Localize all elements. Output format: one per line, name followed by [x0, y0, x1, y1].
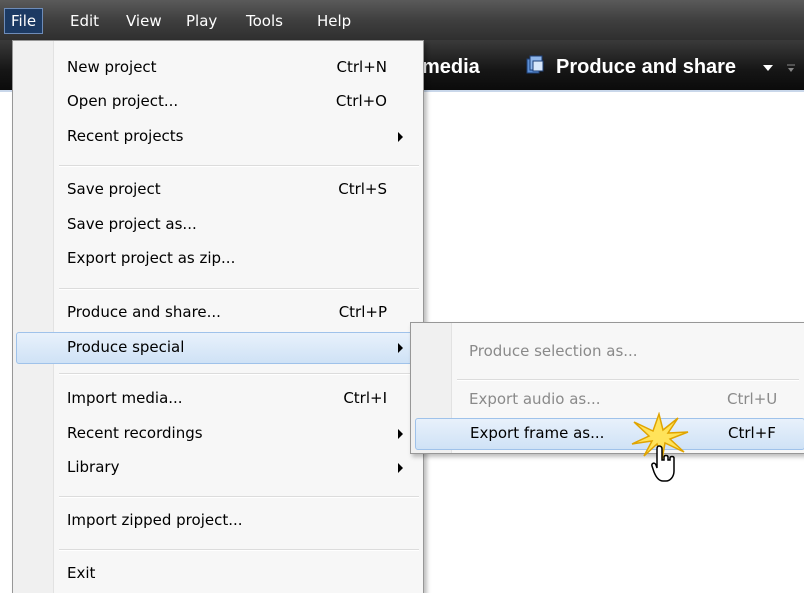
menubar-file[interactable]: File — [4, 8, 44, 34]
menu-item-shortcut: Ctrl+I — [343, 389, 387, 407]
menu-item-label: Produce and share... — [67, 303, 221, 321]
menu-item-produce-special[interactable]: Produce special — [16, 332, 418, 364]
menu-item-import-zipped-project[interactable]: Import zipped project... — [17, 506, 417, 536]
submenu-item-produce-selection: Produce selection as... — [415, 337, 803, 367]
menu-item-shortcut: Ctrl+N — [336, 58, 387, 76]
file-menu: New project Ctrl+N Open project... Ctrl+… — [12, 40, 424, 593]
import-media-tab-label[interactable]: media — [422, 56, 480, 78]
submenu-item-shortcut: Ctrl+F — [728, 424, 776, 442]
chevron-down-icon[interactable] — [762, 64, 774, 72]
menu-item-label: Export project as zip... — [67, 249, 236, 267]
menu-item-new-project[interactable]: New project Ctrl+N — [17, 53, 417, 83]
produce-share-tab[interactable]: Produce and share — [556, 56, 736, 78]
submenu-item-export-frame[interactable]: Export frame as... Ctrl+F — [415, 418, 804, 450]
menubar-tools[interactable]: Tools — [240, 9, 289, 33]
submenu-arrow-icon — [398, 132, 403, 142]
submenu-separator — [457, 379, 799, 381]
menubar-view[interactable]: View — [120, 9, 168, 33]
menu-item-shortcut: Ctrl+O — [335, 92, 387, 110]
produce-share-label: Produce and share — [556, 56, 737, 78]
menubar-edit[interactable]: Edit — [64, 9, 105, 33]
menu-item-shortcut: Ctrl+S — [338, 180, 387, 198]
menu-item-save-project-as[interactable]: Save project as... — [17, 210, 417, 240]
menu-separator — [59, 549, 419, 551]
menu-item-open-project[interactable]: Open project... Ctrl+O — [17, 87, 417, 117]
menu-item-label: Open project... — [67, 92, 179, 110]
menu-separator — [59, 496, 419, 498]
menu-separator — [59, 373, 419, 375]
menu-item-label: Save project — [67, 180, 161, 198]
mouse-pointer-icon — [651, 445, 675, 482]
submenu-item-label: Export frame as... — [470, 424, 605, 442]
submenu-arrow-icon — [398, 429, 403, 439]
produce-special-submenu: Produce selection as... Export audio as.… — [410, 322, 804, 454]
menu-item-label: Recent recordings — [67, 424, 203, 442]
submenu-item-label: Produce selection as... — [469, 342, 638, 360]
menu-item-save-project[interactable]: Save project Ctrl+S — [17, 175, 417, 205]
submenu-arrow-icon — [398, 343, 403, 353]
menu-item-library[interactable]: Library — [17, 453, 417, 483]
menu-item-export-project-zip[interactable]: Export project as zip... — [17, 244, 417, 274]
menu-item-produce-and-share[interactable]: Produce and share... Ctrl+P — [17, 298, 417, 328]
menu-item-shortcut: Ctrl+P — [338, 303, 387, 321]
produce-share-icon — [526, 55, 544, 74]
menu-item-label: Save project as... — [67, 215, 197, 233]
menubar: File Edit View Play Tools Help — [0, 0, 804, 40]
menu-item-label: Import zipped project... — [67, 511, 243, 529]
menubar-play[interactable]: Play — [180, 9, 223, 33]
menu-item-label: Recent projects — [67, 127, 184, 145]
menu-item-label: Exit — [67, 564, 96, 582]
menu-item-label: Produce special — [67, 338, 185, 356]
menu-item-recent-projects[interactable]: Recent projects — [17, 122, 417, 152]
submenu-item-label: Export audio as... — [469, 390, 601, 408]
overflow-icon[interactable] — [786, 62, 796, 74]
menu-item-import-media[interactable]: Import media... Ctrl+I — [17, 384, 417, 414]
menu-item-label: Import media... — [67, 389, 183, 407]
menu-separator — [59, 288, 419, 290]
submenu-arrow-icon — [398, 463, 403, 473]
menu-item-label: Library — [67, 458, 120, 476]
submenu-item-shortcut: Ctrl+U — [727, 390, 778, 408]
menu-item-recent-recordings[interactable]: Recent recordings — [17, 419, 417, 449]
submenu-item-export-audio: Export audio as... Ctrl+U — [415, 385, 803, 415]
menu-item-label: New project — [67, 58, 157, 76]
menubar-help[interactable]: Help — [311, 9, 357, 33]
menu-separator — [59, 165, 419, 167]
menu-item-exit[interactable]: Exit — [17, 559, 417, 589]
